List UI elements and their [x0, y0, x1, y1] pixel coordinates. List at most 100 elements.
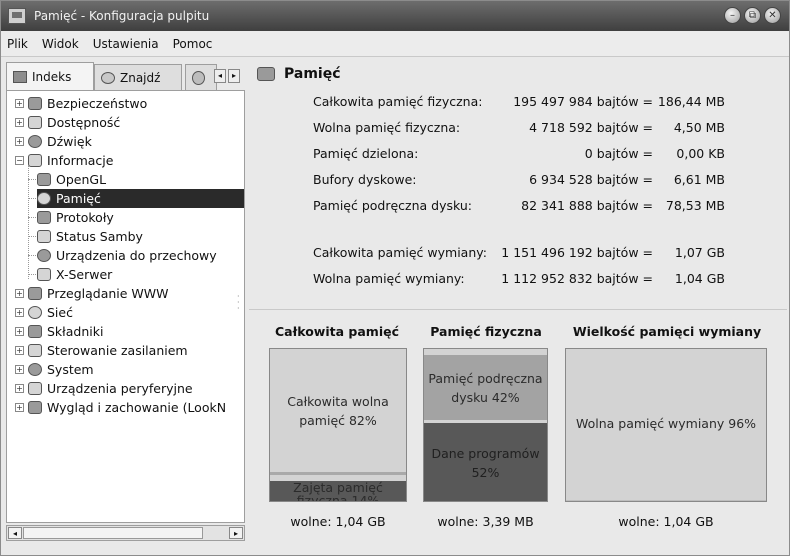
opengl-icon — [37, 173, 51, 186]
scroll-right-arrow-icon[interactable]: ▸ — [229, 527, 243, 539]
minimize-button[interactable]: – — [724, 7, 741, 24]
info-icon — [28, 154, 42, 167]
tree-item[interactable]: Pamięć — [28, 189, 244, 208]
chart-title: Wielkość pamięci wymiany — [572, 324, 762, 339]
tree-item[interactable]: OpenGL — [28, 170, 106, 189]
info-label: Wolna pamięć fizyczna: — [313, 120, 461, 135]
tree-item[interactable]: + System — [15, 360, 94, 379]
expander-icon[interactable]: + — [15, 384, 24, 393]
accessibility-icon — [28, 116, 42, 129]
index-icon — [13, 71, 27, 83]
tree-horizontal-scrollbar[interactable]: ◂ ▸ — [6, 525, 245, 541]
tab-search-label: Znajdź — [120, 71, 161, 85]
tree-item[interactable]: + Dostępność — [15, 113, 120, 132]
tree-item[interactable]: + Sterowanie zasilaniem — [15, 341, 188, 360]
scroll-left-arrow-icon[interactable]: ◂ — [8, 527, 22, 539]
tree-item-label: Sterowanie zasilaniem — [47, 343, 188, 358]
expander-icon[interactable]: − — [15, 156, 24, 165]
expander-icon[interactable]: + — [15, 403, 24, 412]
info-label: Pamięć dzielona: — [313, 146, 419, 161]
tree-connector — [28, 198, 36, 199]
samba-icon — [37, 230, 51, 243]
memory-bar-segment: Dane programów 52% — [424, 423, 547, 501]
tree-item[interactable]: + Dźwięk — [15, 132, 92, 151]
close-button[interactable]: ✕ — [764, 7, 781, 24]
memory-icon — [257, 67, 275, 81]
tree-item[interactable]: Urządzenia do przechowy — [28, 246, 217, 265]
memory-page: Pamięć Całkowita pamięć fizyczna: 195 497… — [249, 58, 787, 544]
memory-info-row: Całkowita pamięć wymiany: 1 151 496 192 b… — [313, 245, 783, 263]
memory-info-row: Całkowita pamięć fizyczna: 195 497 984 ba… — [313, 94, 783, 112]
info-bytes-value: 195 497 984 bajtów = — [513, 94, 653, 109]
web-browsing-icon — [28, 287, 42, 300]
info-bytes-value: 6 934 528 bajtów = — [529, 172, 653, 187]
tree-item[interactable]: + Przeglądanie WWW — [15, 284, 169, 303]
menu-ustawienia[interactable]: Ustawienia — [93, 37, 159, 51]
tree-item[interactable]: + Urządzenia peryferyjne — [15, 379, 193, 398]
memory-bar: Pamięć podręczna dysku 42% Dane programów… — [423, 348, 548, 502]
tab-search[interactable]: Znajdź — [94, 64, 182, 91]
info-bytes-value: 4 718 592 bajtów = — [529, 120, 653, 135]
panel-splitter-handle[interactable]: · · · — [237, 293, 240, 313]
info-label: Pamięć podręczna dysku: — [313, 198, 472, 213]
tree-item[interactable]: Status Samby — [28, 227, 143, 246]
memory-bar: Wolna pamięć wymiany 96% — [565, 348, 767, 502]
tree-item[interactable]: − Informacje — [15, 151, 113, 170]
chart-title: Całkowita pamięć — [275, 324, 399, 339]
title-bar[interactable]: Pamięć - Konfiguracja pulpitu – ⧉ ✕ — [1, 1, 789, 31]
memory-info-row: Wolna pamięć fizyczna: 4 718 592 bajtów =… — [313, 120, 783, 138]
memory-info-row: Pamięć dzielona: 0 bajtów = 0,00 KB — [313, 146, 783, 164]
tree-item-label: Urządzenia peryferyjne — [47, 381, 193, 396]
tree-item[interactable]: Protokoły — [28, 208, 114, 227]
maximize-button[interactable]: ⧉ — [744, 7, 761, 24]
tree-item[interactable]: + Bezpieczeństwo — [15, 94, 147, 113]
tree-item[interactable]: X-Serwer — [28, 265, 113, 284]
free-memory-label: wolne: 1,04 GB — [290, 514, 386, 529]
tab-index[interactable]: Indeks — [6, 62, 94, 91]
tree-item-label: Urządzenia do przechowy — [56, 248, 217, 263]
tree-item[interactable]: + Wygląd i zachowanie (LookN — [15, 398, 226, 417]
tree-item[interactable]: + Sieć — [15, 303, 73, 322]
window-controls: – ⧉ ✕ — [724, 7, 781, 24]
tree-item-label: Składniki — [47, 324, 104, 339]
tree-item-label: Dźwięk — [47, 134, 92, 149]
window-app-icon — [8, 8, 26, 24]
expander-icon[interactable]: + — [15, 327, 24, 336]
expander-icon[interactable]: + — [15, 99, 24, 108]
tab-scroll-right-button[interactable]: ▸ — [228, 69, 240, 83]
info-size-value: 1,07 GB — [674, 245, 725, 260]
tree-connector — [28, 165, 29, 279]
module-tree[interactable]: + Bezpieczeństwo + Dostępność + Dźwięk − Inform… — [6, 90, 245, 523]
tree-connector — [28, 274, 36, 275]
navigation-tabs: Indeks Znajdź ◂ ▸ — [6, 61, 245, 91]
expander-icon[interactable]: + — [15, 289, 24, 298]
expander-icon[interactable]: + — [15, 308, 24, 317]
tree-connector — [28, 255, 36, 256]
tab-scroll-left-button[interactable]: ◂ — [214, 69, 226, 83]
expander-icon[interactable]: + — [15, 365, 24, 374]
info-label: Całkowita pamięć wymiany: — [313, 245, 487, 260]
memory-icon — [37, 192, 51, 205]
tree-item[interactable]: + Składniki — [15, 322, 103, 341]
expander-icon[interactable]: + — [15, 346, 24, 355]
info-label: Całkowita pamięć fizyczna: — [313, 94, 483, 109]
tab-help[interactable] — [185, 64, 217, 91]
menu-plik[interactable]: Plik — [7, 37, 28, 51]
tree-item-label: Przeglądanie WWW — [47, 286, 169, 301]
info-label: Wolna pamięć wymiany: — [313, 271, 465, 286]
tree-item-label: System — [47, 362, 94, 377]
menu-widok[interactable]: Widok — [42, 37, 79, 51]
expander-icon[interactable]: + — [15, 137, 24, 146]
system-icon — [28, 363, 42, 376]
tab-index-label: Indeks — [32, 70, 72, 84]
menu-pomoc[interactable]: Pomoc — [173, 37, 213, 51]
tree-item-label: Pamięć — [56, 191, 101, 206]
tree-item-label: X-Serwer — [56, 267, 113, 282]
help-icon — [192, 71, 205, 85]
navigation-panel: Indeks Znajdź ◂ ▸ + Bezpieczeństwo + Dostęp… — [6, 59, 245, 544]
info-label: Bufory dyskowe: — [313, 172, 417, 187]
scroll-thumb[interactable] — [23, 527, 203, 539]
network-icon — [28, 306, 42, 319]
expander-icon[interactable]: + — [15, 118, 24, 127]
info-bytes-value: 1 112 952 832 bajtów = — [501, 271, 653, 286]
